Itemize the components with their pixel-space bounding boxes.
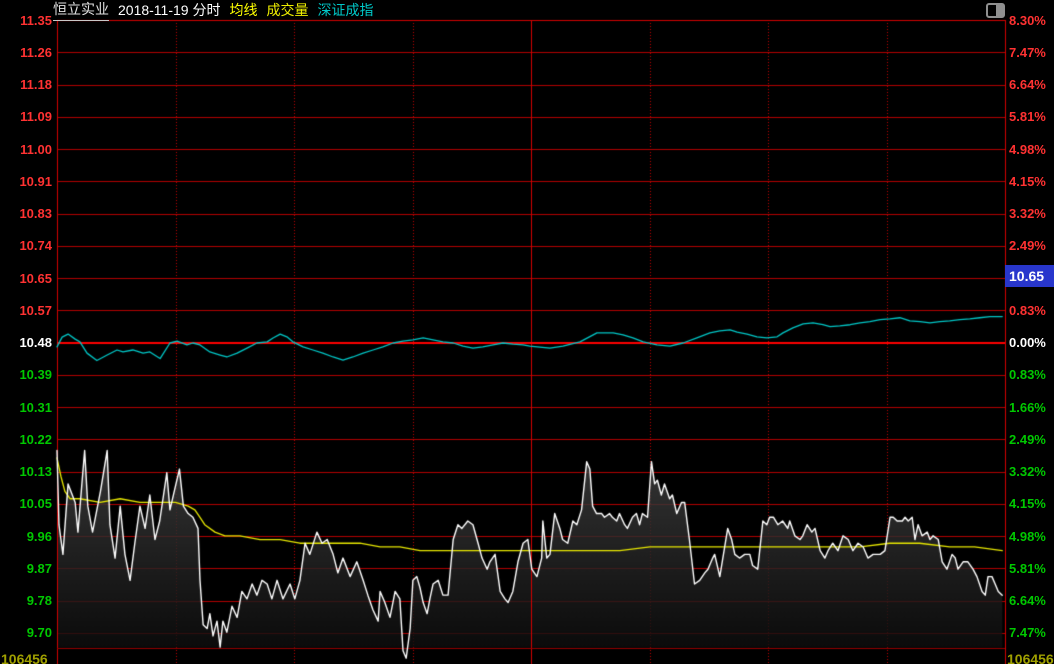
- price-axis-label: 9.70: [0, 625, 52, 640]
- price-axis-label: 10.39: [0, 367, 52, 382]
- percent-axis-label: 2.49%: [1009, 238, 1046, 253]
- percent-axis-label: 4.98%: [1009, 529, 1046, 544]
- percent-axis-label: 8.30%: [1009, 13, 1046, 28]
- price-axis-label: 9.78: [0, 593, 52, 608]
- intraday-chart-window: 恒立实业 2018-11-19 分时 均线 成交量 深证成指 10.65 106…: [0, 0, 1054, 664]
- percent-axis-label: 5.81%: [1009, 109, 1046, 124]
- stock-name: 恒立实业: [53, 0, 109, 21]
- percent-axis-label: 3.32%: [1009, 464, 1046, 479]
- date-and-charttype-label: 2018-11-19 分时: [118, 0, 220, 20]
- volume-scale-label-right: 106456: [1007, 651, 1054, 664]
- price-axis-label: 10.13: [0, 464, 52, 479]
- intraday-chart-canvas[interactable]: [0, 0, 1054, 664]
- price-axis-label: 10.57: [0, 303, 52, 318]
- volume-scale-label-left: 106456: [1, 651, 48, 664]
- panel-toggle-icon[interactable]: [986, 3, 1005, 18]
- price-axis-label: 10.65: [0, 271, 52, 286]
- price-axis-label: 10.91: [0, 174, 52, 189]
- ma-legend-toggle[interactable]: 均线: [229, 0, 257, 20]
- price-axis-label: 11.18: [0, 77, 52, 92]
- price-axis-label: 9.87: [0, 561, 52, 576]
- price-axis-label: 10.31: [0, 400, 52, 415]
- percent-axis-label: 6.64%: [1009, 593, 1046, 608]
- price-axis-label: 10.48: [0, 335, 52, 350]
- percent-axis-label: 1.66%: [1009, 400, 1046, 415]
- percent-axis-label: 0.83%: [1009, 367, 1046, 382]
- percent-axis-label: 3.32%: [1009, 206, 1046, 221]
- price-axis-label: 10.83: [0, 206, 52, 221]
- percent-axis-label: 4.15%: [1009, 496, 1046, 511]
- volume-legend-toggle[interactable]: 成交量: [266, 0, 308, 20]
- price-axis-label: 10.05: [0, 496, 52, 511]
- price-axis-label: 11.26: [0, 45, 52, 60]
- percent-axis-label: 7.47%: [1009, 45, 1046, 60]
- percent-axis-label: 0.00%: [1009, 335, 1046, 350]
- price-axis-label: 11.00: [0, 142, 52, 157]
- price-axis-label: 9.96: [0, 529, 52, 544]
- panel-toggle-icon-fill: [996, 5, 1003, 16]
- percent-axis-label: 7.47%: [1009, 625, 1046, 640]
- percent-axis-label: 5.81%: [1009, 561, 1046, 576]
- current-price-tag: 10.65: [1005, 265, 1054, 287]
- price-axis-label: 11.09: [0, 109, 52, 124]
- percent-axis-label: 4.98%: [1009, 142, 1046, 157]
- index-overlay-toggle[interactable]: 深证成指: [317, 0, 373, 20]
- percent-axis-label: 6.64%: [1009, 77, 1046, 92]
- price-axis-label: 11.35: [0, 13, 52, 28]
- price-axis-label: 10.22: [0, 432, 52, 447]
- percent-axis-label: 0.83%: [1009, 303, 1046, 318]
- price-axis-label: 10.74: [0, 238, 52, 253]
- percent-axis-label: 2.49%: [1009, 432, 1046, 447]
- percent-axis-label: 4.15%: [1009, 174, 1046, 189]
- chart-header: 恒立实业 2018-11-19 分时 均线 成交量 深证成指: [53, 1, 373, 19]
